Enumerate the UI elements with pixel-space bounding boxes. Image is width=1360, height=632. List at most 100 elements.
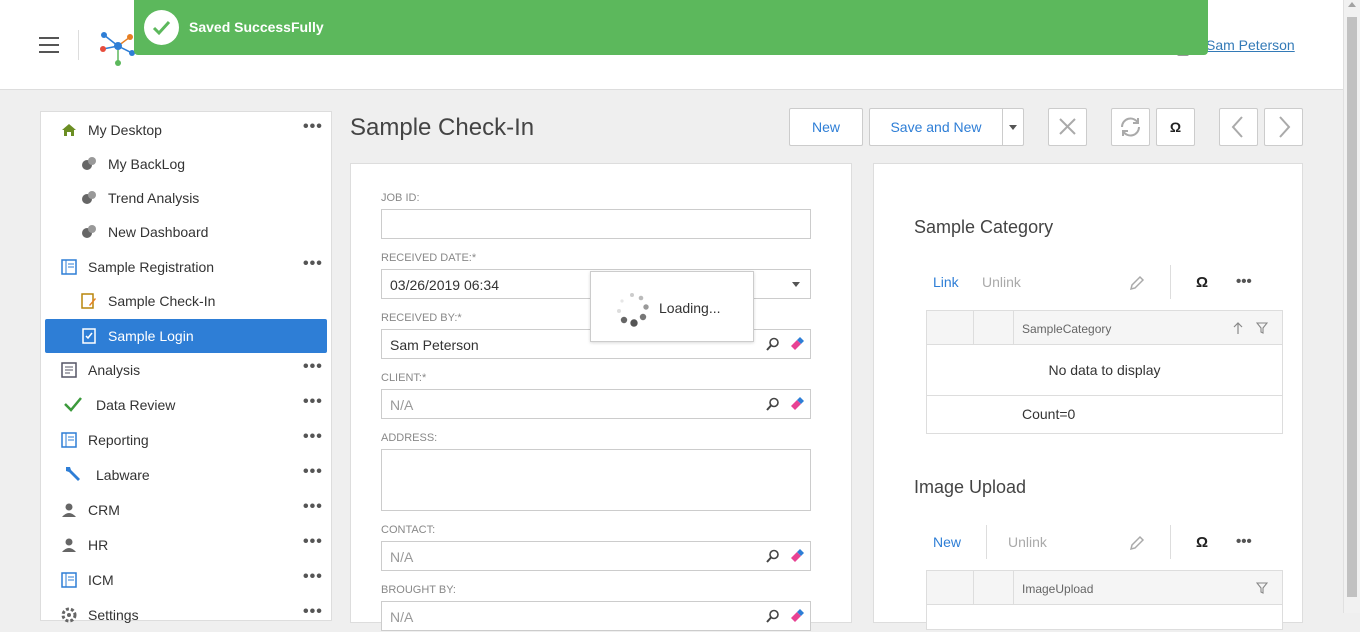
sidebar-item-reporting[interactable]: Reporting •••: [41, 423, 331, 457]
more-options-icon[interactable]: •••: [303, 533, 323, 551]
sidebar-item-crm[interactable]: CRM •••: [41, 493, 331, 527]
sidebar-item-new-dashboard[interactable]: New Dashboard: [41, 215, 331, 249]
filter-icon[interactable]: [1256, 582, 1268, 594]
wrench-icon: [66, 467, 80, 481]
sample-category-column-header[interactable]: SampleCategory: [1022, 322, 1111, 336]
more-options-icon[interactable]: •••: [303, 428, 323, 446]
sidebar-item-label: Settings: [88, 607, 139, 623]
eraser-icon[interactable]: [790, 397, 804, 411]
sidebar-item-settings[interactable]: Settings •••: [41, 598, 331, 632]
sample-category-title: Sample Category: [914, 217, 1054, 237]
dashboard-icon: [82, 225, 96, 238]
more-options-icon[interactable]: •••: [303, 568, 323, 586]
sidebar-item-my-desktop[interactable]: My Desktop •••: [41, 113, 331, 147]
search-icon[interactable]: [766, 337, 780, 351]
loading-panel: Loading...: [590, 271, 754, 342]
success-toast: Saved SuccessFully: [134, 0, 1208, 55]
user-name-link[interactable]: Sam Peterson: [1206, 37, 1295, 53]
book-icon: [61, 259, 77, 275]
new-button[interactable]: New: [789, 108, 863, 146]
sidebar-item-hr[interactable]: HR •••: [41, 528, 331, 562]
more-options-icon[interactable]: •••: [303, 358, 323, 376]
toast-message: Saved SuccessFully: [189, 19, 324, 35]
sidebar-item-analysis[interactable]: Analysis •••: [41, 353, 331, 387]
sidebar-item-sample-registration[interactable]: Sample Registration •••: [41, 250, 331, 284]
save-and-new-button[interactable]: Save and New: [869, 108, 1003, 146]
search-icon[interactable]: [766, 397, 780, 411]
sidebar-item-label: My Desktop: [88, 122, 162, 138]
checklist-icon: [82, 328, 96, 344]
job-id-field[interactable]: [381, 209, 811, 239]
more-options-icon[interactable]: •••: [303, 118, 323, 136]
client-placeholder: N/A: [390, 397, 414, 413]
contact-field[interactable]: N/A: [381, 541, 811, 571]
omega-button[interactable]: Ω: [1196, 534, 1208, 551]
eraser-icon[interactable]: [790, 549, 804, 563]
filter-icon[interactable]: [1256, 322, 1268, 334]
sidebar-item-label: New Dashboard: [108, 224, 209, 240]
sidebar-item-my-backlog[interactable]: My BackLog: [41, 147, 331, 181]
search-icon[interactable]: [766, 549, 780, 563]
chevron-down-icon: [1009, 125, 1017, 130]
sidebar-item-icm[interactable]: ICM •••: [41, 563, 331, 597]
grid-select-column[interactable]: [927, 311, 974, 345]
omega-button[interactable]: Ω: [1196, 274, 1208, 291]
sidebar-item-label: My BackLog: [108, 156, 186, 172]
grid-command-column[interactable]: [974, 571, 1014, 605]
save-options-dropdown[interactable]: [1002, 108, 1024, 146]
image-upload-title: Image Upload: [914, 477, 1027, 497]
pencil-icon[interactable]: [1128, 274, 1146, 292]
pencil-icon[interactable]: [1128, 534, 1146, 552]
sidebar-item-sample-login[interactable]: Sample Login: [45, 319, 327, 353]
chevron-down-icon[interactable]: [792, 282, 800, 287]
sidebar-item-label: Labware: [96, 467, 150, 483]
eraser-icon[interactable]: [790, 337, 804, 351]
sidebar-item-trend-analysis[interactable]: Trend Analysis: [41, 181, 331, 215]
previous-record-button[interactable]: [1219, 108, 1258, 146]
grid-select-column[interactable]: [927, 571, 974, 605]
grid-command-column[interactable]: [974, 311, 1014, 345]
omega-button[interactable]: Ω: [1156, 108, 1195, 146]
received-by-label: RECEIVED BY:*: [381, 312, 462, 324]
search-icon[interactable]: [766, 609, 780, 623]
link-button[interactable]: Link: [933, 274, 959, 290]
hamburger-menu-icon[interactable]: [39, 37, 59, 53]
more-options-icon[interactable]: •••: [1236, 533, 1252, 550]
more-options-icon[interactable]: •••: [303, 498, 323, 516]
sidebar-item-label: CRM: [88, 502, 120, 518]
brought-by-field[interactable]: N/A: [381, 601, 811, 631]
received-by-value: Sam Peterson: [390, 337, 479, 353]
analysis-icon: [61, 362, 77, 378]
sidebar-item-data-review[interactable]: Data Review •••: [41, 388, 331, 422]
client-field[interactable]: N/A: [381, 389, 811, 419]
eraser-icon[interactable]: [790, 609, 804, 623]
edit-document-icon: [81, 293, 96, 309]
brought-by-label: BROUGHT BY:: [381, 584, 456, 596]
sidebar-item-sample-check-in[interactable]: Sample Check-In: [41, 284, 331, 318]
more-options-icon[interactable]: •••: [303, 393, 323, 411]
more-options-icon[interactable]: •••: [1236, 273, 1252, 290]
home-icon: [62, 124, 76, 136]
toolbar-divider: [986, 525, 987, 559]
app-logo-icon: [100, 32, 135, 66]
more-options-icon[interactable]: •••: [303, 255, 323, 273]
scroll-thumb[interactable]: [1347, 17, 1357, 597]
grid-header: ImageUpload: [927, 571, 1282, 605]
more-options-icon[interactable]: •••: [303, 463, 323, 481]
sample-category-grid: SampleCategory No data to display Count=…: [926, 310, 1283, 434]
dashboard-icon: [82, 157, 96, 170]
scroll-up-arrow-icon[interactable]: [1348, 2, 1356, 7]
sort-ascending-icon[interactable]: [1233, 322, 1243, 334]
header-divider: [78, 30, 79, 60]
unlink-button[interactable]: Unlink: [1008, 534, 1047, 550]
image-upload-column-header[interactable]: ImageUpload: [1022, 582, 1093, 596]
address-textarea[interactable]: [381, 449, 811, 511]
more-options-icon[interactable]: •••: [303, 603, 323, 621]
page-scrollbar[interactable]: [1343, 0, 1360, 613]
cancel-button[interactable]: [1048, 108, 1087, 146]
sidebar-item-labware[interactable]: Labware •••: [41, 458, 331, 492]
unlink-button[interactable]: Unlink: [982, 274, 1021, 290]
refresh-button[interactable]: [1111, 108, 1150, 146]
next-record-button[interactable]: [1264, 108, 1303, 146]
new-image-button[interactable]: New: [933, 534, 961, 550]
